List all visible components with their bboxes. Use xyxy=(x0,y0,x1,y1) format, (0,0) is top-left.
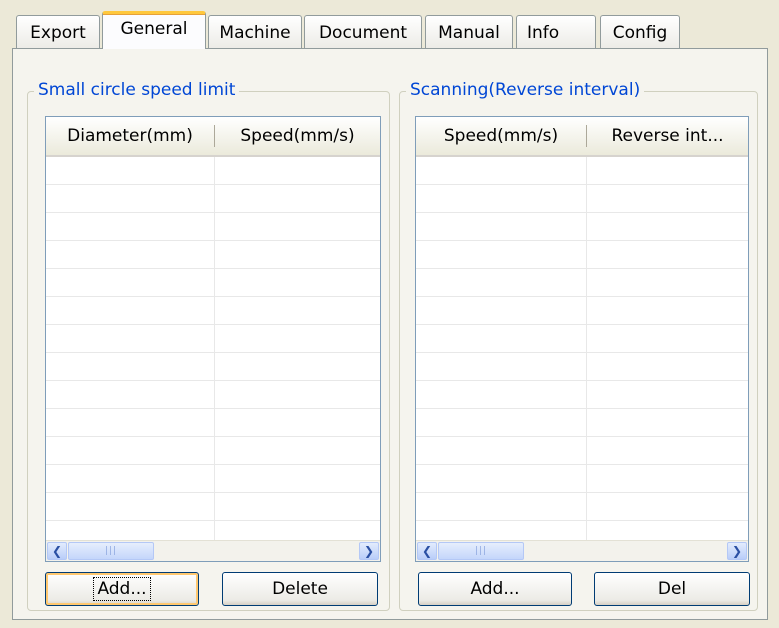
add-diameter-button[interactable]: Add... xyxy=(45,572,199,606)
small-circle-group-title: Small circle speed limit xyxy=(34,80,240,100)
column-header-scan-speed[interactable]: Speed(mm/s) xyxy=(416,117,586,155)
chevron-left-icon[interactable]: ❮ xyxy=(47,542,67,560)
scanning-group-title: Scanning(Reverse interval) xyxy=(406,80,645,100)
tab-document[interactable]: Document xyxy=(304,15,422,49)
tab-panel-general: Small circle speed limit Diameter(mm) Sp… xyxy=(12,48,768,620)
scanning-group: Scanning(Reverse interval) Speed(mm/s) R… xyxy=(399,80,758,611)
tab-config[interactable]: Config xyxy=(600,15,680,49)
chevron-right-icon[interactable]: ❯ xyxy=(359,542,379,560)
scanning-hscrollbar[interactable]: ❮ ||| ❯ xyxy=(416,540,748,561)
scanning-list-header: Speed(mm/s) Reverse int... xyxy=(416,117,748,157)
chevron-left-icon[interactable]: ❮ xyxy=(417,542,437,560)
add-scanning-button[interactable]: Add... xyxy=(418,572,572,606)
small-circle-list[interactable]: Diameter(mm) Speed(mm/s) ❮ ||| ❯ xyxy=(45,116,381,562)
scanning-list[interactable]: Speed(mm/s) Reverse int... ❮ ||| ❯ xyxy=(415,116,749,562)
delete-diameter-button[interactable]: Delete xyxy=(222,572,378,606)
scrollbar-thumb[interactable]: ||| xyxy=(68,542,154,560)
chevron-right-icon[interactable]: ❯ xyxy=(727,542,747,560)
tab-manual[interactable]: Manual xyxy=(425,15,513,49)
tab-export[interactable]: Export xyxy=(16,15,100,49)
small-circle-hscrollbar[interactable]: ❮ ||| ❯ xyxy=(46,540,380,561)
tab-general[interactable]: General xyxy=(102,11,206,49)
column-grid-line xyxy=(214,157,215,541)
column-header-speed[interactable]: Speed(mm/s) xyxy=(215,117,380,155)
delete-scanning-button[interactable]: Del xyxy=(594,572,750,606)
small-circle-list-rows xyxy=(46,157,380,541)
column-header-reverse-interval[interactable]: Reverse int... xyxy=(587,117,748,155)
small-circle-list-header: Diameter(mm) Speed(mm/s) xyxy=(46,117,380,157)
tab-machine[interactable]: Machine xyxy=(208,15,302,49)
scanning-list-rows xyxy=(416,157,748,541)
small-circle-group: Small circle speed limit Diameter(mm) Sp… xyxy=(27,80,390,611)
column-header-diameter[interactable]: Diameter(mm) xyxy=(46,117,214,155)
scrollbar-thumb[interactable]: ||| xyxy=(438,542,524,560)
tab-info[interactable]: Info xyxy=(516,15,596,49)
column-grid-line xyxy=(586,157,587,541)
